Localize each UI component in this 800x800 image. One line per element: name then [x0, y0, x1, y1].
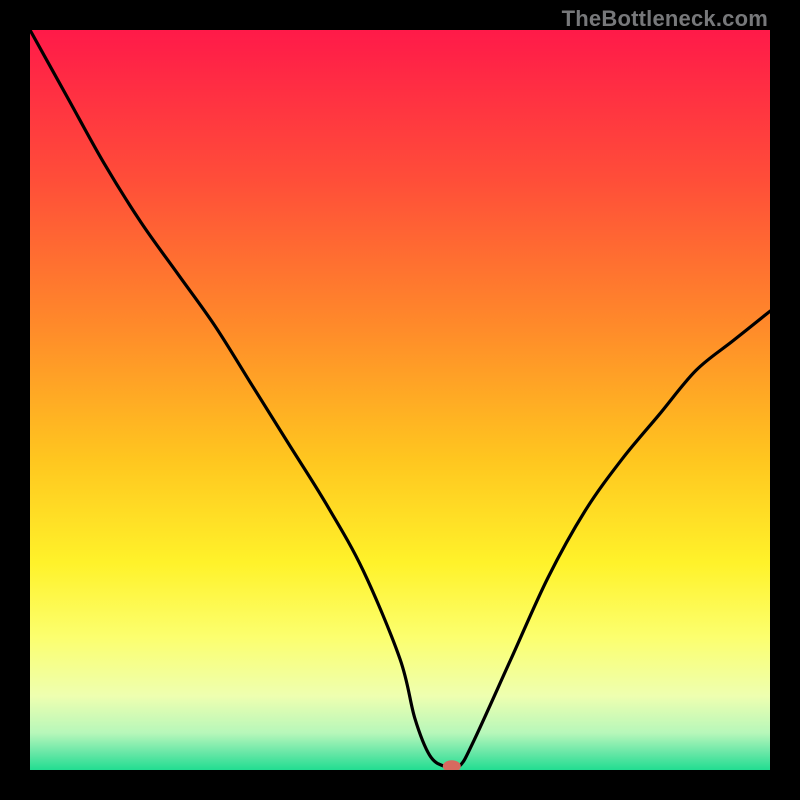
watermark-text: TheBottleneck.com — [562, 6, 768, 32]
bottleneck-chart — [30, 30, 770, 770]
chart-frame: TheBottleneck.com — [0, 0, 800, 800]
